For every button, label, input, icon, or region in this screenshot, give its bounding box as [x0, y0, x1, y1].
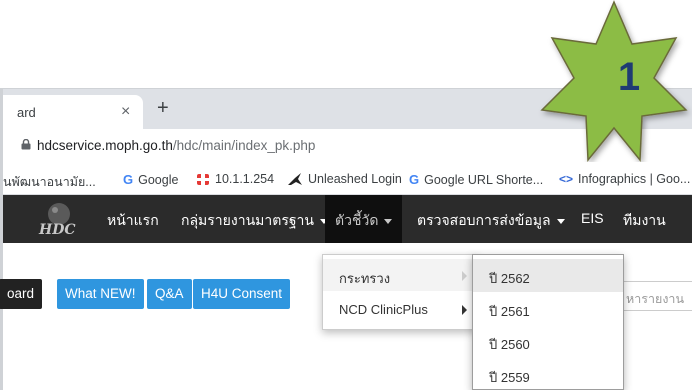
nav-indicators[interactable]: ตัวชี้วัด — [325, 195, 403, 243]
site-navbar: HDC หน้าแรก กลุ่มรายงานมาตรฐาน ตัวชี้วัด… — [3, 195, 692, 243]
menu-item-label: NCD ClinicPlus — [339, 302, 428, 317]
year-submenu: ปี 2562 ปี 2561 ปี 2560 ปี 2559 — [472, 254, 624, 390]
red-network-icon — [196, 172, 210, 186]
screenshot-stage: ard × + hdcservice.moph.go.th/hdc/main/i… — [0, 0, 692, 390]
bookmark-label: Google — [138, 172, 179, 187]
bookmark-label: Unleashed Login — [308, 172, 402, 186]
nav-home[interactable]: หน้าแรก — [107, 210, 159, 232]
bookmark-label: 10.1.1.254 — [215, 172, 275, 186]
unleashed-icon — [288, 173, 302, 185]
menu-item-year-2562[interactable]: ปี 2562 — [473, 259, 623, 292]
menu-item-year-2560[interactable]: ปี 2560 — [473, 325, 623, 358]
nav-data-check[interactable]: ตรวจสอบการส่งข้อมูล — [417, 210, 565, 232]
lock-icon — [21, 139, 31, 150]
indicator-dropdown: กระทรวง NCD ClinicPlus — [322, 254, 478, 330]
bookmark-item[interactable]: Unleashed Login — [287, 172, 402, 186]
nav-label: กลุ่มรายงานมาตรฐาน — [181, 212, 314, 228]
bookmark-item[interactable]: 10.1.1.254 — [196, 172, 274, 186]
nav-eis[interactable]: EIS — [581, 210, 604, 226]
menu-item-ministry[interactable]: กระทรวง — [323, 259, 477, 291]
menu-item-year-2559[interactable]: ปี 2559 — [473, 358, 623, 390]
bookmark-label: Infographics | Goo... — [578, 172, 691, 186]
code-icon: <> — [559, 172, 574, 186]
url-domain: hdcservice.moph.go.th — [37, 138, 173, 153]
chevron-down-icon — [384, 218, 393, 224]
bookmark-item[interactable]: นพัฒนาอนามัย... — [3, 172, 96, 192]
google-icon: G — [123, 172, 134, 187]
bookmark-item[interactable]: <> Infographics | Goo... — [559, 172, 690, 186]
menu-item-ncd-clinicplus[interactable]: NCD ClinicPlus — [323, 293, 477, 325]
tab-close-icon[interactable]: × — [121, 103, 130, 121]
bookmark-item[interactable]: G Google URL Shorte... — [409, 172, 543, 187]
nav-label: ตัวชี้วัด — [335, 212, 379, 228]
svg-text:HDC: HDC — [38, 222, 76, 238]
star-badge: 1 — [540, 0, 688, 162]
hdc-logo[interactable]: HDC — [33, 198, 85, 240]
browser-tab[interactable]: ard × — [3, 95, 143, 129]
qa-button[interactable]: Q&A — [147, 279, 192, 309]
whats-new-button[interactable]: What NEW! — [57, 279, 144, 309]
bookmark-label: Google URL Shorte... — [424, 172, 544, 187]
new-tab-icon[interactable]: + — [157, 97, 169, 120]
chevron-down-icon — [556, 218, 565, 224]
dashboard-button[interactable]: oard — [0, 279, 43, 309]
menu-item-year-2561[interactable]: ปี 2561 — [473, 292, 623, 325]
bookmark-label: นพัฒนาอนามัย... — [3, 175, 96, 189]
chevron-right-icon — [462, 271, 467, 281]
nav-standard-reports[interactable]: กลุ่มรายงานมาตรฐาน — [181, 210, 328, 232]
star-shape — [540, 0, 688, 162]
h4u-consent-button[interactable]: H4U Consent — [193, 279, 291, 309]
url-path: /hdc/main/index_pk.php — [172, 138, 316, 153]
google-icon: G — [409, 172, 420, 187]
chevron-right-icon — [462, 305, 467, 315]
nav-team[interactable]: ทีมงาน — [623, 210, 666, 232]
bookmarks-bar: นพัฒนาอนามัย... G Google 10.1.1.254 Unle… — [3, 165, 692, 195]
url-text[interactable]: hdcservice.moph.go.th/hdc/main/index_pk.… — [37, 138, 315, 153]
nav-label: ตรวจสอบการส่งข้อมูล — [417, 212, 551, 228]
report-search-input[interactable]: หารายงาน — [613, 281, 692, 311]
menu-item-label: กระทรวง — [339, 271, 391, 286]
tab-title: ard — [17, 105, 36, 120]
badge-number: 1 — [618, 55, 640, 99]
bookmark-item[interactable]: G Google — [123, 172, 178, 187]
